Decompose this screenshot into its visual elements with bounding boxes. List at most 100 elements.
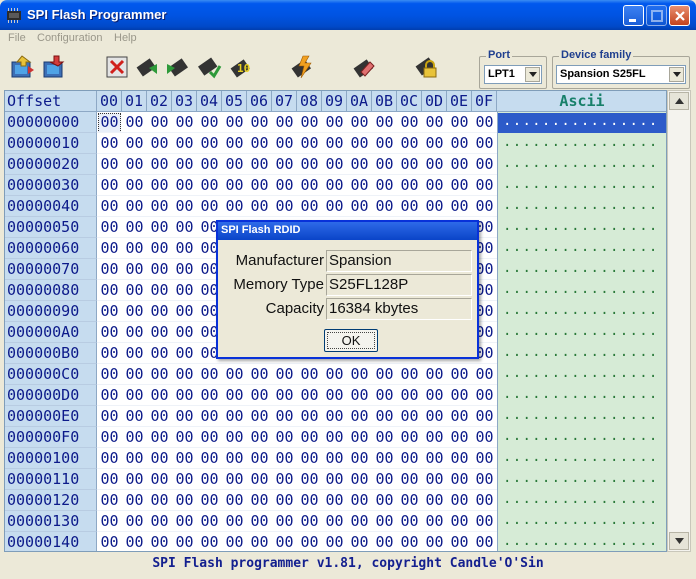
hex-byte-cell[interactable]: 00 (447, 448, 472, 469)
hex-byte-cell[interactable]: 00 (272, 511, 297, 532)
hex-byte-cell[interactable]: 00 (322, 112, 347, 133)
hex-byte-cell[interactable]: 00 (297, 469, 322, 490)
hex-byte-cell[interactable]: 00 (447, 112, 472, 133)
hex-byte-cell[interactable]: 00 (222, 112, 247, 133)
hex-byte-cell[interactable]: 00 (97, 469, 122, 490)
hex-byte-cell[interactable]: 00 (172, 385, 197, 406)
hex-byte-cell[interactable]: 00 (422, 154, 447, 175)
hex-byte-cell[interactable]: 00 (122, 259, 147, 280)
hex-byte-cell[interactable]: 00 (347, 469, 372, 490)
hex-byte-cell[interactable]: 00 (172, 532, 197, 551)
hex-byte-cell[interactable]: 00 (272, 175, 297, 196)
hex-byte-cell[interactable]: 00 (472, 133, 497, 154)
hex-byte-cell[interactable]: 00 (297, 448, 322, 469)
hex-byte-cell[interactable]: 00 (97, 532, 122, 551)
hex-byte-cell[interactable]: 00 (97, 133, 122, 154)
hex-byte-cell[interactable]: 00 (147, 280, 172, 301)
hex-byte-cell[interactable]: 00 (422, 112, 447, 133)
hex-byte-cell[interactable]: 00 (222, 490, 247, 511)
hex-byte-cell[interactable]: 00 (97, 322, 122, 343)
hex-byte-cell[interactable]: 00 (147, 259, 172, 280)
hex-byte-cell[interactable]: 00 (122, 406, 147, 427)
hex-byte-cell[interactable]: 00 (322, 364, 347, 385)
hex-byte-cell[interactable]: 00 (297, 154, 322, 175)
hex-byte-cell[interactable]: 00 (372, 196, 397, 217)
hex-byte-cell[interactable]: 00 (147, 448, 172, 469)
hex-byte-cell[interactable]: 00 (297, 385, 322, 406)
menu-file[interactable]: File (8, 32, 26, 44)
hex-byte-cell[interactable]: 00 (422, 133, 447, 154)
hex-byte-cell[interactable]: 00 (247, 385, 272, 406)
hex-byte-cell[interactable]: 00 (122, 427, 147, 448)
hex-byte-cell[interactable]: 00 (322, 196, 347, 217)
hex-byte-cell[interactable]: 00 (272, 406, 297, 427)
hex-byte-cell[interactable]: 00 (297, 406, 322, 427)
hex-byte-cell[interactable]: 00 (197, 175, 222, 196)
hex-byte-cell[interactable]: 00 (397, 448, 422, 469)
hex-byte-cell[interactable]: 00 (122, 490, 147, 511)
hex-byte-cell[interactable]: 00 (397, 154, 422, 175)
hex-byte-cell[interactable]: 00 (297, 511, 322, 532)
hex-byte-cell[interactable]: 00 (297, 175, 322, 196)
hex-byte-cell[interactable]: 00 (272, 448, 297, 469)
device-family-select[interactable]: Spansion S25FL (556, 65, 686, 84)
hex-byte-cell[interactable]: 00 (147, 532, 172, 551)
hex-byte-cell[interactable]: 00 (222, 133, 247, 154)
save-file-button[interactable] (42, 54, 68, 80)
hex-byte-cell[interactable]: 00 (347, 385, 372, 406)
hex-byte-cell[interactable]: 00 (147, 196, 172, 217)
hex-byte-cell[interactable]: 00 (397, 196, 422, 217)
hex-byte-cell[interactable]: 00 (422, 175, 447, 196)
hex-byte-cell[interactable]: 00 (447, 427, 472, 448)
hex-byte-cell[interactable]: 00 (147, 490, 172, 511)
hex-byte-cell[interactable]: 00 (197, 532, 222, 551)
hex-byte-cell[interactable]: 00 (372, 364, 397, 385)
hex-byte-cell[interactable]: 00 (372, 385, 397, 406)
hex-byte-cell[interactable]: 00 (297, 532, 322, 551)
hex-byte-cell[interactable]: 00 (197, 364, 222, 385)
hex-byte-cell[interactable]: 00 (172, 448, 197, 469)
hex-byte-cell[interactable]: 00 (122, 196, 147, 217)
hex-byte-cell[interactable]: 00 (447, 385, 472, 406)
hex-byte-cell[interactable]: 00 (372, 448, 397, 469)
hex-byte-cell[interactable]: 00 (422, 448, 447, 469)
hex-byte-cell[interactable]: 00 (322, 427, 347, 448)
hex-byte-cell[interactable]: 00 (222, 511, 247, 532)
hex-byte-cell[interactable]: 00 (397, 112, 422, 133)
hex-byte-cell[interactable]: 00 (197, 406, 222, 427)
hex-byte-cell[interactable]: 00 (122, 448, 147, 469)
hex-byte-cell[interactable]: 00 (147, 427, 172, 448)
hex-byte-cell[interactable]: 00 (122, 112, 147, 133)
hex-byte-cell[interactable]: 00 (447, 469, 472, 490)
hex-byte-cell[interactable]: 00 (247, 532, 272, 551)
hex-byte-cell[interactable]: 00 (397, 175, 422, 196)
hex-byte-cell[interactable]: 00 (447, 364, 472, 385)
hex-byte-cell[interactable]: 00 (172, 154, 197, 175)
hex-byte-cell[interactable]: 00 (372, 490, 397, 511)
maximize-button[interactable] (646, 5, 667, 26)
hex-byte-cell[interactable]: 00 (122, 511, 147, 532)
hex-byte-cell[interactable]: 00 (472, 469, 497, 490)
hex-byte-cell[interactable]: 00 (297, 112, 322, 133)
hex-byte-cell[interactable]: 00 (397, 427, 422, 448)
hex-byte-cell[interactable]: 00 (122, 133, 147, 154)
hex-byte-cell[interactable]: 00 (222, 406, 247, 427)
hex-byte-cell[interactable]: 00 (247, 469, 272, 490)
hex-byte-cell[interactable]: 00 (322, 469, 347, 490)
hex-byte-cell[interactable]: 00 (172, 175, 197, 196)
hex-byte-cell[interactable]: 00 (122, 364, 147, 385)
hex-byte-cell[interactable]: 00 (222, 427, 247, 448)
hex-byte-cell[interactable]: 00 (197, 511, 222, 532)
hex-byte-cell[interactable]: 00 (272, 133, 297, 154)
hex-byte-cell[interactable]: 00 (97, 427, 122, 448)
hex-byte-cell[interactable]: 00 (97, 343, 122, 364)
hex-byte-cell[interactable]: 00 (122, 175, 147, 196)
hex-byte-cell[interactable]: 00 (247, 406, 272, 427)
hex-byte-cell[interactable]: 00 (197, 490, 222, 511)
hex-byte-cell[interactable]: 00 (447, 511, 472, 532)
hex-byte-cell[interactable]: 00 (97, 259, 122, 280)
hex-byte-cell[interactable]: 00 (422, 490, 447, 511)
scroll-down-button[interactable] (669, 532, 689, 550)
lock-button[interactable] (413, 54, 439, 80)
hex-byte-cell[interactable]: 00 (222, 154, 247, 175)
